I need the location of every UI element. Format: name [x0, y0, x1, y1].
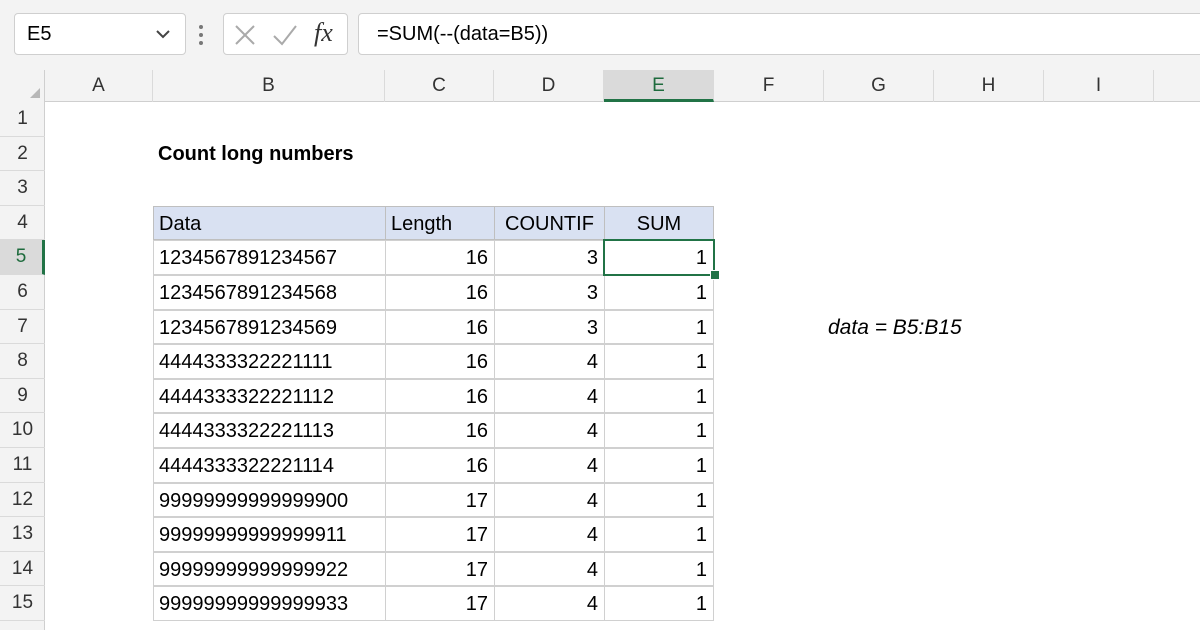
table-header-length[interactable]: Length [385, 205, 495, 241]
fill-handle[interactable] [710, 270, 720, 280]
sheet-title[interactable]: Count long numbers [158, 137, 354, 172]
cell-sum[interactable]: 1 [604, 275, 714, 310]
chevron-down-icon[interactable] [153, 24, 173, 44]
cell-length[interactable]: 16 [385, 378, 495, 414]
row-header-3[interactable]: 3 [0, 171, 45, 206]
cell-countif[interactable]: 3 [494, 240, 605, 275]
name-box-value: E5 [27, 23, 52, 45]
cell-data[interactable]: 4444333322221112 [153, 378, 386, 414]
cell-length[interactable]: 16 [385, 275, 495, 310]
cell-sum[interactable]: 1 [604, 448, 714, 483]
cell-countif[interactable]: 4 [494, 448, 605, 483]
cell-length[interactable]: 17 [385, 482, 495, 518]
select-all-button[interactable] [0, 70, 45, 102]
fx-icon[interactable]: fx [314, 18, 333, 48]
cell-sum[interactable]: 1 [604, 378, 714, 414]
cell-sum[interactable]: 1 [604, 517, 714, 552]
cell-data[interactable]: 99999999999999933 [153, 586, 386, 621]
cell-countif[interactable]: 3 [494, 275, 605, 310]
column-header-d[interactable]: D [494, 70, 604, 102]
cell-countif[interactable]: 4 [494, 413, 605, 448]
cell-data[interactable]: 4444333322221113 [153, 413, 386, 448]
cell-data[interactable]: 4444333322221111 [153, 344, 386, 379]
row-header-8[interactable]: 8 [0, 344, 45, 379]
row-header-4[interactable]: 4 [0, 206, 45, 241]
cell-data[interactable]: 99999999999999900 [153, 482, 386, 518]
formula-actions: fx [223, 13, 348, 55]
cell-data[interactable]: 1234567891234569 [153, 309, 386, 345]
cell-sum[interactable]: 1 [604, 482, 714, 518]
row-header-6[interactable]: 6 [0, 275, 45, 310]
cell-sum[interactable]: 1 [604, 551, 714, 587]
formula-input[interactable]: =SUM(--(data=B5)) [358, 13, 1200, 55]
select-all-triangle-icon [30, 88, 40, 98]
cell-length[interactable]: 16 [385, 413, 495, 448]
enter-check-icon[interactable] [272, 23, 298, 47]
row-header-9[interactable]: 9 [0, 379, 45, 414]
cancel-x-icon[interactable] [234, 24, 256, 46]
active-cell-outline[interactable] [603, 239, 715, 276]
column-header-f[interactable]: F [714, 70, 824, 102]
cell-countif[interactable]: 4 [494, 586, 605, 621]
row-header-5[interactable]: 5 [0, 240, 45, 275]
cell-length[interactable]: 16 [385, 448, 495, 483]
cell-data[interactable]: 1234567891234568 [153, 275, 386, 310]
cell-countif[interactable]: 4 [494, 344, 605, 379]
column-header-a[interactable]: A [45, 70, 153, 102]
column-header-b[interactable]: B [153, 70, 385, 102]
row-header-2[interactable]: 2 [0, 137, 45, 172]
cell-data[interactable]: 1234567891234567 [153, 240, 386, 275]
cell-length[interactable]: 16 [385, 309, 495, 345]
column-header-i[interactable]: I [1044, 70, 1154, 102]
column-header-g[interactable]: G [824, 70, 934, 102]
cell-sum[interactable]: 1 [604, 413, 714, 448]
column-header-h[interactable]: H [934, 70, 1044, 102]
cell-sum[interactable]: 1 [604, 309, 714, 345]
column-header-c[interactable]: C [385, 70, 494, 102]
cell-countif[interactable]: 4 [494, 551, 605, 587]
cell-countif[interactable]: 4 [494, 482, 605, 518]
row-header-13[interactable]: 13 [0, 517, 45, 552]
cell-length[interactable]: 17 [385, 551, 495, 587]
row-header-14[interactable]: 14 [0, 552, 45, 587]
named-range-note[interactable]: data = B5:B15 [828, 316, 962, 340]
column-header-e[interactable]: E [604, 70, 714, 102]
cell-countif[interactable]: 3 [494, 309, 605, 345]
table-header-sum[interactable]: SUM [604, 205, 714, 241]
row-header-12[interactable]: 12 [0, 483, 45, 518]
cell-countif[interactable]: 4 [494, 517, 605, 552]
row-header-1[interactable]: 1 [0, 102, 45, 137]
vertical-dots-icon[interactable] [198, 24, 204, 46]
formula-bar: E5 fx =SUM(--(data=B5)) [0, 0, 1200, 70]
cell-data[interactable]: 4444333322221114 [153, 448, 386, 483]
cell-length[interactable]: 16 [385, 240, 495, 275]
cell-sum[interactable]: 1 [604, 344, 714, 379]
cell-countif[interactable]: 4 [494, 378, 605, 414]
cell-length[interactable]: 16 [385, 344, 495, 379]
row-header-11[interactable]: 11 [0, 448, 45, 483]
cell-data[interactable]: 99999999999999911 [153, 517, 386, 552]
row-header-15[interactable]: 15 [0, 586, 45, 621]
table-header-countif[interactable]: COUNTIF [494, 205, 605, 241]
row-header-10[interactable]: 10 [0, 413, 45, 448]
formula-text: =SUM(--(data=B5)) [377, 23, 549, 45]
cell-length[interactable]: 17 [385, 586, 495, 621]
row-header-7[interactable]: 7 [0, 310, 45, 345]
cell-sum[interactable]: 1 [604, 586, 714, 621]
name-box[interactable]: E5 [14, 13, 186, 55]
cell-length[interactable]: 17 [385, 517, 495, 552]
table-header-data[interactable]: Data [153, 205, 386, 241]
cell-data[interactable]: 99999999999999922 [153, 551, 386, 587]
